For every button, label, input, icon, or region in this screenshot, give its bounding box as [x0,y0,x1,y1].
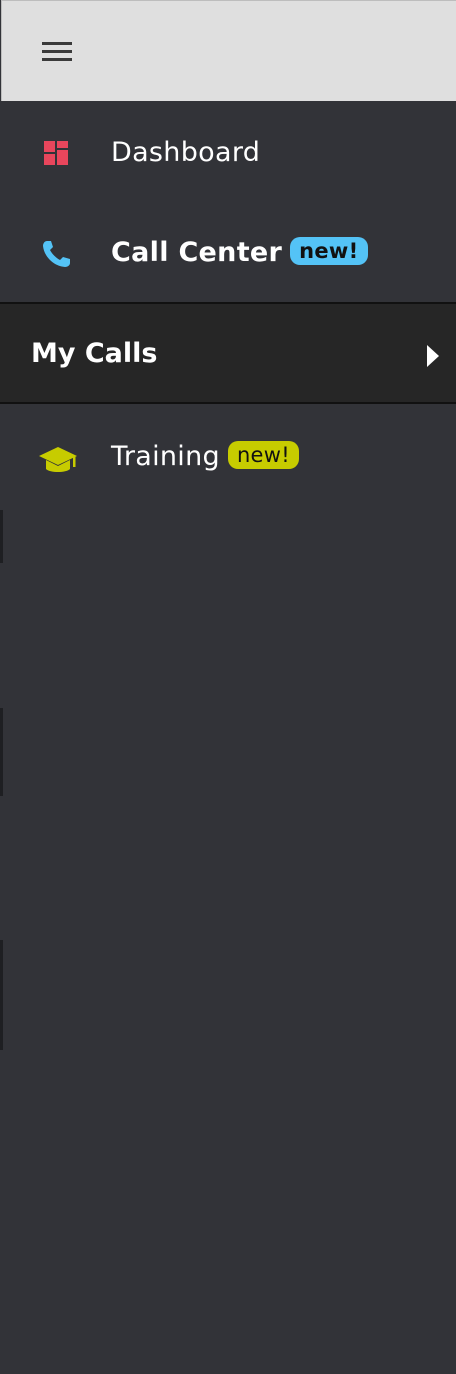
edge-divider [0,940,3,1050]
edge-divider [0,708,3,796]
nav-label-call-center: Call Center new! [111,235,368,271]
chevron-right-icon [427,345,439,367]
edge-divider [0,510,3,563]
hamburger-menu-icon[interactable] [40,39,74,67]
nav-item-training[interactable]: Training new! [0,406,456,506]
app-root: Dashboard Call Center new! My Calls Train… [0,0,456,1374]
phone-icon [38,240,74,268]
nav-item-dashboard[interactable]: Dashboard [0,102,456,202]
nav-label-training: Training new! [111,439,299,475]
dashboard-icon [38,140,74,168]
graduation-cap-icon [38,444,77,472]
nav-item-call-center[interactable]: Call Center new! [0,202,456,302]
call-center-label: Call Center [111,237,283,268]
new-badge: new! [290,237,368,265]
nav-item-my-calls[interactable]: My Calls [0,302,456,404]
new-badge: new! [227,441,299,469]
my-calls-label: My Calls [31,338,158,369]
nav-label-dashboard: Dashboard [111,137,261,168]
top-bar [1,0,456,101]
training-label: Training [111,441,220,472]
